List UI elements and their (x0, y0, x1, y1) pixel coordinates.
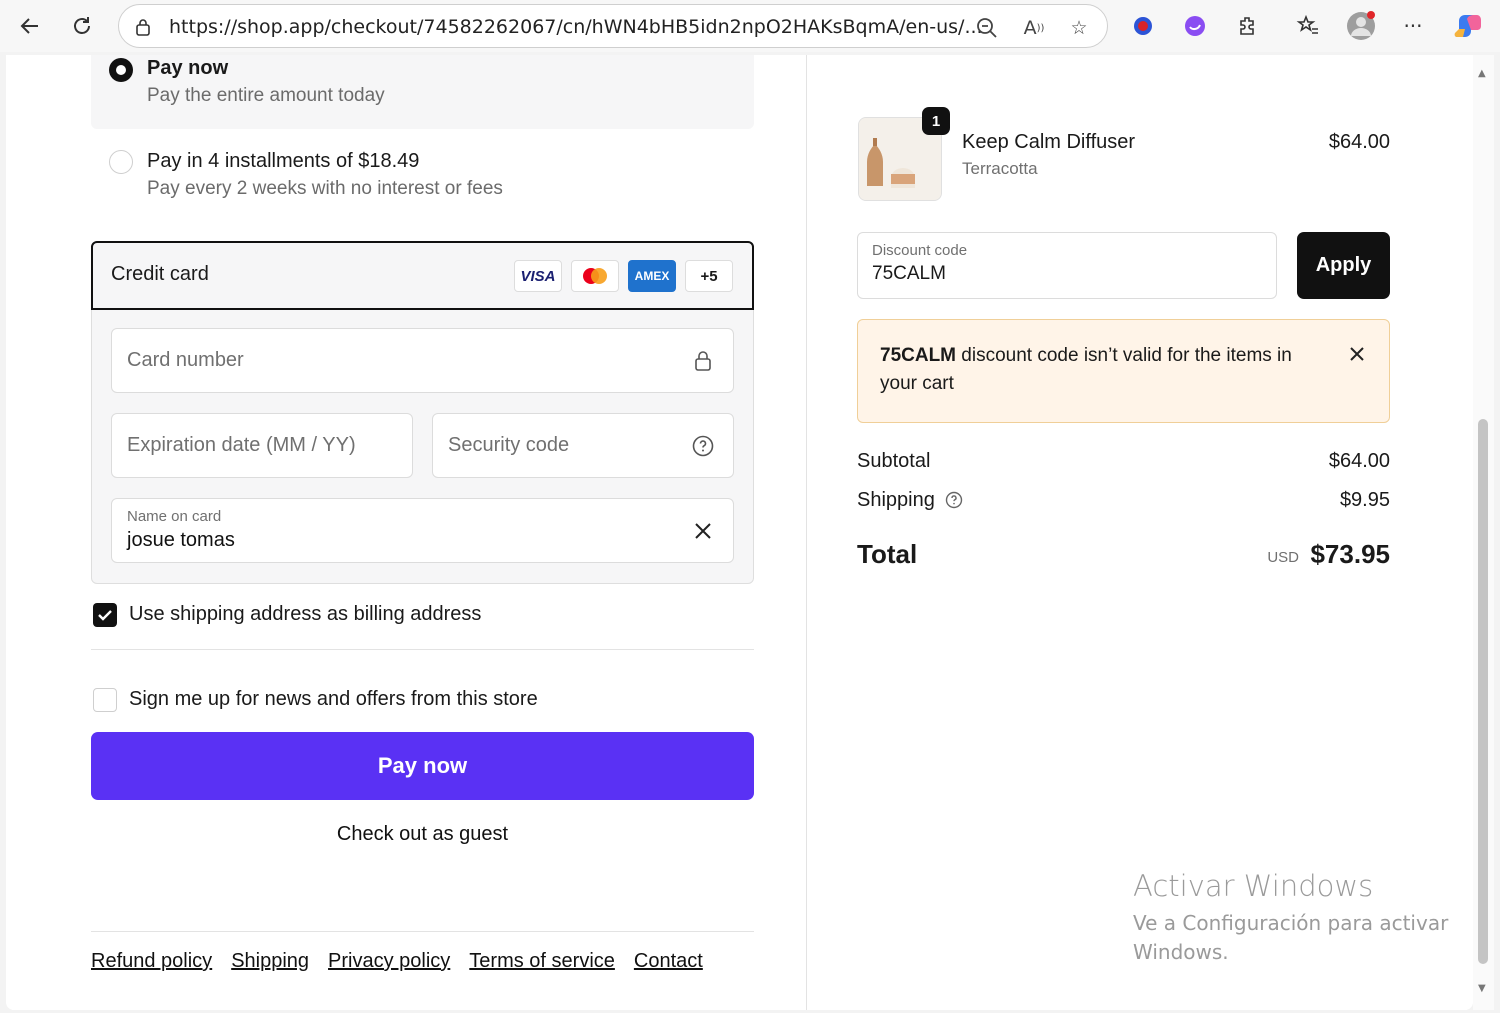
lock-icon (691, 349, 715, 373)
page-scrollbar[interactable]: ▲ ▼ (1473, 55, 1494, 1010)
scroll-up-arrow-icon[interactable]: ▲ (1478, 68, 1486, 79)
read-aloud-icon[interactable]: A)) (1021, 15, 1047, 41)
divider (91, 649, 754, 650)
discount-code-value: 75CALM (872, 263, 946, 284)
quantity-badge: 1 (922, 107, 950, 135)
pay-now-radio[interactable] (109, 58, 133, 82)
zoom-icon[interactable] (974, 15, 1000, 41)
more-menu-icon[interactable]: ··· (1395, 8, 1431, 44)
currency-code: USD (1267, 549, 1299, 566)
product-variant: Terracotta (962, 159, 1038, 178)
back-icon[interactable] (12, 8, 48, 44)
terms-of-service-link[interactable]: Terms of service (469, 950, 615, 973)
security-code-input[interactable]: Security code (432, 413, 734, 478)
more-brands-badge: +5 (685, 260, 733, 292)
apply-discount-button[interactable]: Apply (1297, 232, 1390, 299)
privacy-policy-link[interactable]: Privacy policy (328, 950, 450, 973)
favorites-icon[interactable] (1290, 8, 1326, 44)
close-alert-icon[interactable] (1349, 346, 1365, 366)
card-number-placeholder: Card number (127, 349, 244, 371)
name-on-card-label: Name on card (127, 508, 222, 525)
installments-radio[interactable] (109, 150, 133, 174)
discount-error-alert: 75CALM discount code isn’t valid for the… (857, 319, 1390, 423)
total-value: $73.95 (1310, 539, 1390, 569)
security-code-placeholder: Security code (448, 434, 570, 456)
expiration-placeholder: Expiration date (MM / YY) (127, 434, 356, 456)
shipping-label: Shipping (857, 489, 935, 511)
credit-card-heading: Credit card (111, 263, 209, 285)
shipping-value: $9.95 (1339, 489, 1390, 511)
installments-title: Pay in 4 installments of $18.49 (147, 150, 420, 172)
product-price: $64.00 (1328, 131, 1390, 153)
copilot-icon[interactable] (1450, 8, 1486, 44)
installments-subtitle: Pay every 2 weeks with no interest or fe… (147, 178, 503, 199)
footer-divider (91, 931, 754, 932)
extension-purple-icon[interactable] (1177, 8, 1213, 44)
url-text: https://shop.app/checkout/74582262067/cn… (169, 16, 983, 38)
expiration-date-input[interactable]: Expiration date (MM / YY) (111, 413, 413, 478)
subtotal-value: $64.00 (1328, 450, 1390, 472)
help-circle-icon[interactable] (691, 434, 715, 458)
browser-toolbar: https://shop.app/checkout/74582262067/cn… (0, 0, 1500, 52)
billing-address-label: Use shipping address as billing address (129, 603, 482, 625)
windows-watermark-title: Activar Windows (1133, 869, 1374, 903)
checkmark-icon (98, 610, 112, 621)
checkout-page: Pay now Pay the entire amount today Pay … (6, 55, 1473, 1010)
shipping-help-icon[interactable] (945, 491, 963, 513)
site-info-icon[interactable] (133, 17, 153, 41)
extensions-puzzle-icon[interactable] (1230, 8, 1266, 44)
profile-avatar-icon[interactable] (1343, 8, 1379, 44)
billing-address-checkbox[interactable] (93, 603, 117, 627)
alert-text: 75CALM discount code isn’t valid for the… (880, 342, 1320, 398)
total-label: Total (857, 539, 918, 569)
checkout-main: Pay now Pay the entire amount today Pay … (6, 55, 806, 1010)
subtotal-label: Subtotal (857, 450, 931, 472)
amex-icon: AMEX (628, 260, 676, 292)
discount-code-input[interactable]: Discount code 75CALM (857, 232, 1277, 299)
scroll-down-arrow-icon[interactable]: ▼ (1478, 983, 1486, 994)
pay-now-title: Pay now (147, 57, 229, 79)
pay-now-subtitle: Pay the entire amount today (147, 85, 385, 106)
checkout-as-guest-link[interactable]: Check out as guest (91, 823, 754, 846)
pay-now-button[interactable]: Pay now (91, 732, 754, 800)
product-name: Keep Calm Diffuser (962, 131, 1136, 153)
favorite-star-icon[interactable]: ☆ (1066, 15, 1092, 41)
shipping-link[interactable]: Shipping (231, 950, 309, 973)
newsletter-label: Sign me up for news and offers from this… (129, 688, 538, 710)
windows-watermark-body: Ve a Configuración para activar Windows. (1133, 911, 1449, 964)
extension-shield-icon[interactable] (1125, 8, 1161, 44)
address-bar[interactable]: https://shop.app/checkout/74582262067/cn… (118, 4, 1108, 48)
order-summary: 1 Keep Calm Diffuser Terracotta $64.00 D… (807, 55, 1473, 1010)
credit-card-header[interactable]: Credit card VISA AMEX +5 (91, 241, 754, 310)
visa-icon: VISA (514, 260, 562, 292)
newsletter-checkbox[interactable] (93, 688, 117, 712)
clear-icon[interactable] (691, 519, 715, 543)
alert-code: 75CALM (880, 345, 957, 366)
card-number-input[interactable]: Card number (111, 328, 734, 393)
mastercard-icon (571, 260, 619, 292)
refresh-icon[interactable] (64, 8, 100, 44)
footer-links: Refund policy Shipping Privacy policy Te… (91, 950, 703, 973)
discount-code-label: Discount code (872, 242, 968, 259)
payment-option-installments[interactable]: Pay in 4 installments of $18.49 Pay ever… (91, 129, 754, 209)
refund-policy-link[interactable]: Refund policy (91, 950, 212, 973)
payment-option-pay-now[interactable]: Pay now Pay the entire amount today (91, 55, 754, 129)
contact-link[interactable]: Contact (634, 950, 703, 973)
name-on-card-value: josue tomas (127, 529, 235, 551)
name-on-card-input[interactable]: Name on card josue tomas (111, 498, 734, 563)
scrollbar-thumb[interactable] (1478, 419, 1488, 964)
